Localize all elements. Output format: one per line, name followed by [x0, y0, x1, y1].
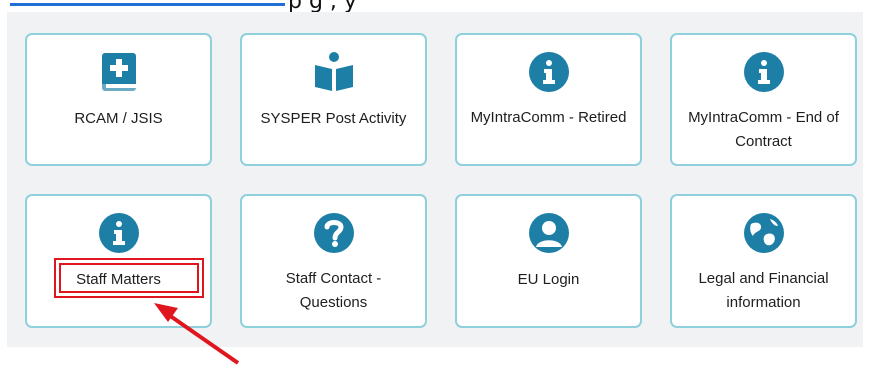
- tile-sysper-post-activity[interactable]: SYSPER Post Activity: [240, 33, 427, 166]
- info-icon: [743, 51, 785, 93]
- tile-label: Legal and Financial information: [698, 270, 829, 311]
- medical-book-icon: [98, 51, 140, 93]
- tile-label: RCAM / JSIS: [74, 110, 163, 127]
- tile-eu-login[interactable]: EU Login: [455, 194, 642, 328]
- tile-myintracomm-end-of-contract[interactable]: MyIntraComm - End of Contract: [670, 33, 857, 166]
- globe-icon: [743, 212, 785, 254]
- annotation-arrow: [154, 303, 240, 365]
- reading-person-icon: [313, 51, 355, 93]
- tile-myintracomm-retired[interactable]: MyIntraComm - Retired: [455, 33, 642, 166]
- top-text-strip: p g , y: [0, 0, 869, 12]
- cut-off-text: p g , y: [288, 0, 357, 12]
- user-icon: [528, 212, 570, 254]
- question-icon: [313, 212, 355, 254]
- info-icon: [528, 51, 570, 93]
- tile-rcam-jsis[interactable]: RCAM / JSIS: [25, 33, 212, 166]
- tile-label: MyIntraComm - End of Contract: [688, 109, 839, 150]
- tile-label: EU Login: [517, 271, 580, 288]
- tile-label: SYSPER Post Activity: [260, 110, 407, 127]
- info-icon: [98, 212, 140, 254]
- tile-legal-financial-information[interactable]: Legal and Financial information: [670, 194, 857, 328]
- link-underline[interactable]: [10, 3, 285, 6]
- annotation-highlight-box-inner: [59, 263, 199, 293]
- tile-label: MyIntraComm - Retired: [470, 109, 627, 126]
